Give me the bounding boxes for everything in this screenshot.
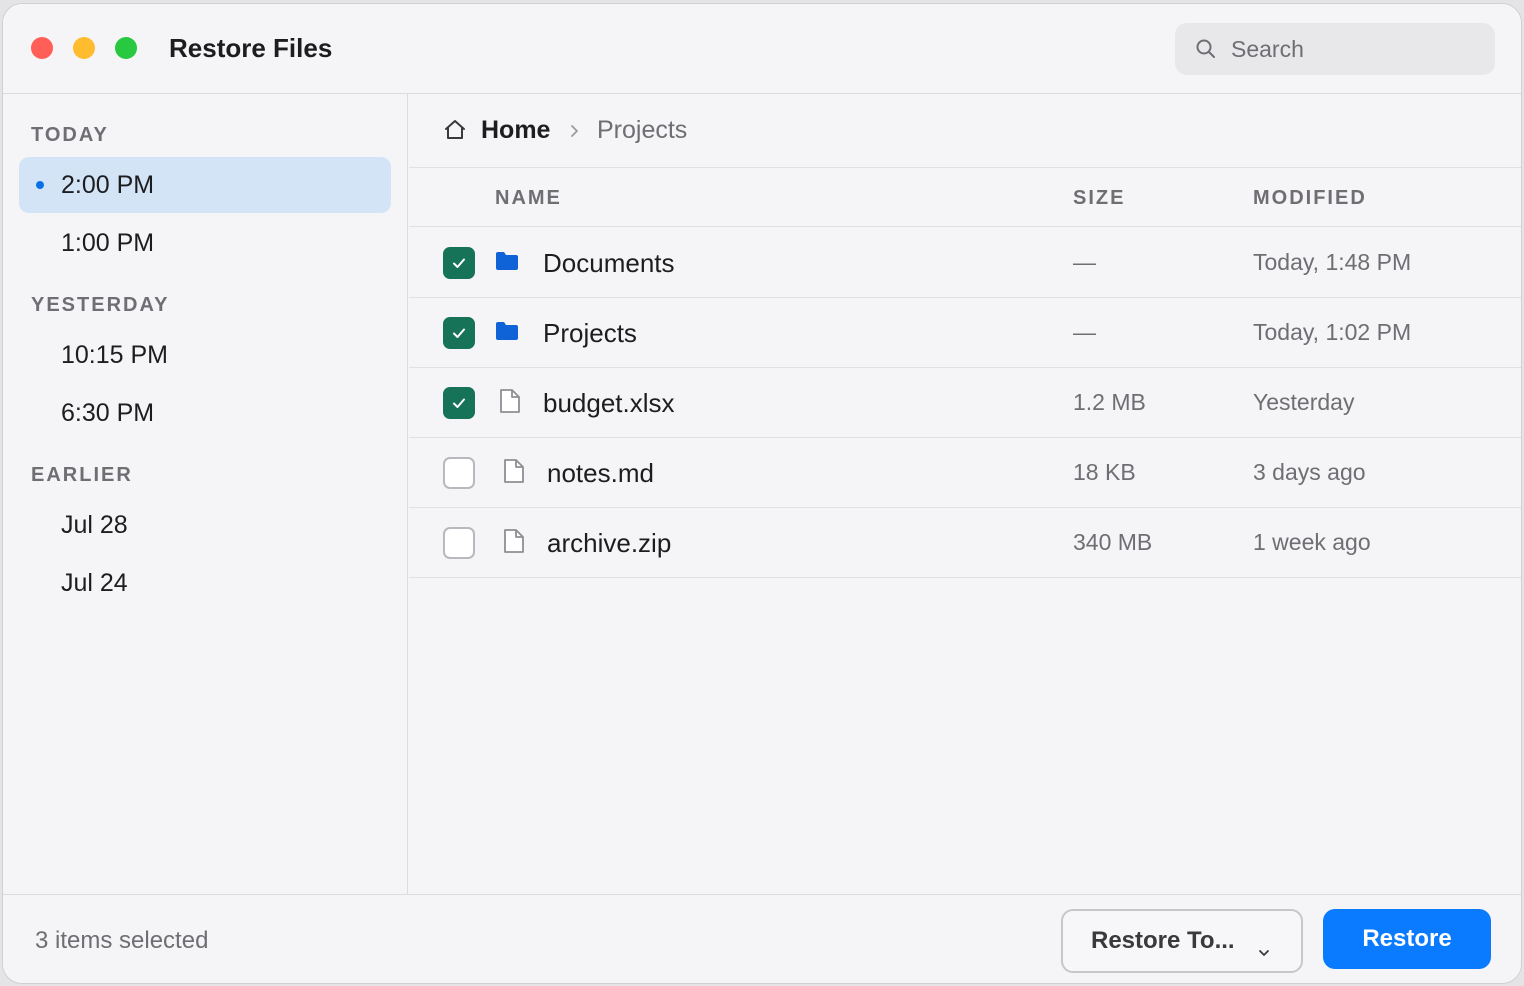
file-size: 18 KB bbox=[1073, 459, 1136, 485]
table-row[interactable]: Projects — Today, 1:02 PM bbox=[409, 298, 1521, 368]
table-row[interactable]: budget.xlsx 1.2 MB Yesterday bbox=[409, 368, 1521, 438]
search-icon bbox=[1195, 38, 1217, 65]
title-bar: Restore Files bbox=[3, 4, 1521, 94]
column-header-name[interactable]: NAME bbox=[495, 187, 562, 210]
file-name: archive.zip bbox=[547, 528, 672, 558]
file-modified: 3 days ago bbox=[1253, 459, 1366, 485]
restore-files-window: Restore Files TODAY 2:00 PM 1:00 PM YEST… bbox=[2, 3, 1522, 984]
selection-status: 3 items selected bbox=[35, 927, 209, 954]
column-header-size[interactable]: SIZE bbox=[1073, 187, 1125, 210]
footer-bar: 3 items selected Restore To... Restore bbox=[3, 894, 1521, 983]
checkmark-icon bbox=[453, 398, 465, 408]
snapshot-label: Jul 28 bbox=[61, 510, 128, 539]
file-modified: Today, 1:02 PM bbox=[1253, 319, 1412, 345]
table-row[interactable]: Documents — Today, 1:48 PM bbox=[409, 228, 1521, 298]
snapshot-label: 2:00 PM bbox=[61, 170, 155, 199]
snapshot-sidebar: TODAY 2:00 PM 1:00 PM YESTERDAY 10:15 PM… bbox=[3, 94, 408, 894]
file-icon bbox=[499, 388, 521, 419]
checkmark-icon bbox=[453, 328, 465, 338]
restore-to-button[interactable]: Restore To... bbox=[1061, 909, 1303, 973]
row-checkbox[interactable] bbox=[443, 527, 475, 559]
snapshot-label: Jul 24 bbox=[61, 568, 128, 597]
file-size: 340 MB bbox=[1073, 529, 1153, 555]
breadcrumb: Home Projects bbox=[409, 94, 1521, 168]
file-name: budget.xlsx bbox=[543, 388, 675, 418]
table-row[interactable]: archive.zip 340 MB 1 week ago bbox=[409, 508, 1521, 578]
snapshot-item-10-15-pm[interactable]: 10:15 PM bbox=[19, 327, 391, 383]
folder-icon bbox=[495, 251, 519, 276]
file-modified: Yesterday bbox=[1253, 389, 1355, 415]
file-name: Documents bbox=[543, 248, 675, 278]
snapshot-item-1-00-pm[interactable]: 1:00 PM bbox=[19, 215, 391, 271]
snapshot-label: 1:00 PM bbox=[61, 228, 155, 257]
restore-to-label: Restore To... bbox=[1091, 927, 1235, 954]
section-label-yesterday: YESTERDAY bbox=[31, 294, 170, 316]
breadcrumb-current: Projects bbox=[597, 116, 688, 144]
table-row[interactable]: notes.md 18 KB 3 days ago bbox=[409, 438, 1521, 508]
minimize-window-button[interactable] bbox=[73, 37, 95, 59]
file-size: — bbox=[1073, 249, 1096, 275]
snapshot-item-jul-28[interactable]: Jul 28 bbox=[19, 497, 391, 553]
chevron-down-icon bbox=[1257, 937, 1271, 965]
chevron-right-icon bbox=[567, 124, 581, 143]
file-icon bbox=[503, 528, 525, 559]
column-header-modified[interactable]: MODIFIED bbox=[1253, 187, 1367, 210]
section-label-today: TODAY bbox=[31, 124, 109, 146]
close-window-button[interactable] bbox=[31, 37, 53, 59]
checkmark-icon bbox=[453, 258, 465, 268]
file-size: — bbox=[1073, 319, 1096, 345]
window-title: Restore Files bbox=[169, 33, 333, 63]
table-header: NAME SIZE MODIFIED bbox=[409, 168, 1521, 227]
snapshot-label: 10:15 PM bbox=[61, 340, 169, 369]
search-input[interactable] bbox=[1231, 23, 1481, 75]
folder-icon bbox=[495, 321, 519, 346]
home-icon[interactable] bbox=[443, 118, 467, 147]
snapshot-label: 6:30 PM bbox=[61, 398, 155, 427]
file-name: Projects bbox=[543, 318, 637, 348]
breadcrumb-home[interactable]: Home bbox=[481, 116, 550, 145]
search-box[interactable] bbox=[1175, 23, 1495, 75]
row-checkbox[interactable] bbox=[443, 387, 475, 419]
file-icon bbox=[503, 458, 525, 489]
row-checkbox[interactable] bbox=[443, 247, 475, 279]
file-size: 1.2 MB bbox=[1073, 389, 1146, 415]
file-modified: Today, 1:48 PM bbox=[1253, 249, 1412, 275]
restore-button[interactable]: Restore bbox=[1323, 909, 1491, 969]
file-modified: 1 week ago bbox=[1253, 529, 1371, 555]
file-browser: Home Projects NAME SIZE MODIFIED Documen… bbox=[409, 94, 1521, 894]
snapshot-item-6-30-pm[interactable]: 6:30 PM bbox=[19, 385, 391, 441]
snapshot-item-jul-24[interactable]: Jul 24 bbox=[19, 555, 391, 611]
section-label-earlier: EARLIER bbox=[31, 464, 133, 486]
row-checkbox[interactable] bbox=[443, 317, 475, 349]
row-checkbox[interactable] bbox=[443, 457, 475, 489]
zoom-window-button[interactable] bbox=[115, 37, 137, 59]
selected-dot-icon bbox=[36, 181, 44, 189]
file-name: notes.md bbox=[547, 458, 654, 488]
snapshot-item-2-00-pm[interactable]: 2:00 PM bbox=[19, 157, 391, 213]
